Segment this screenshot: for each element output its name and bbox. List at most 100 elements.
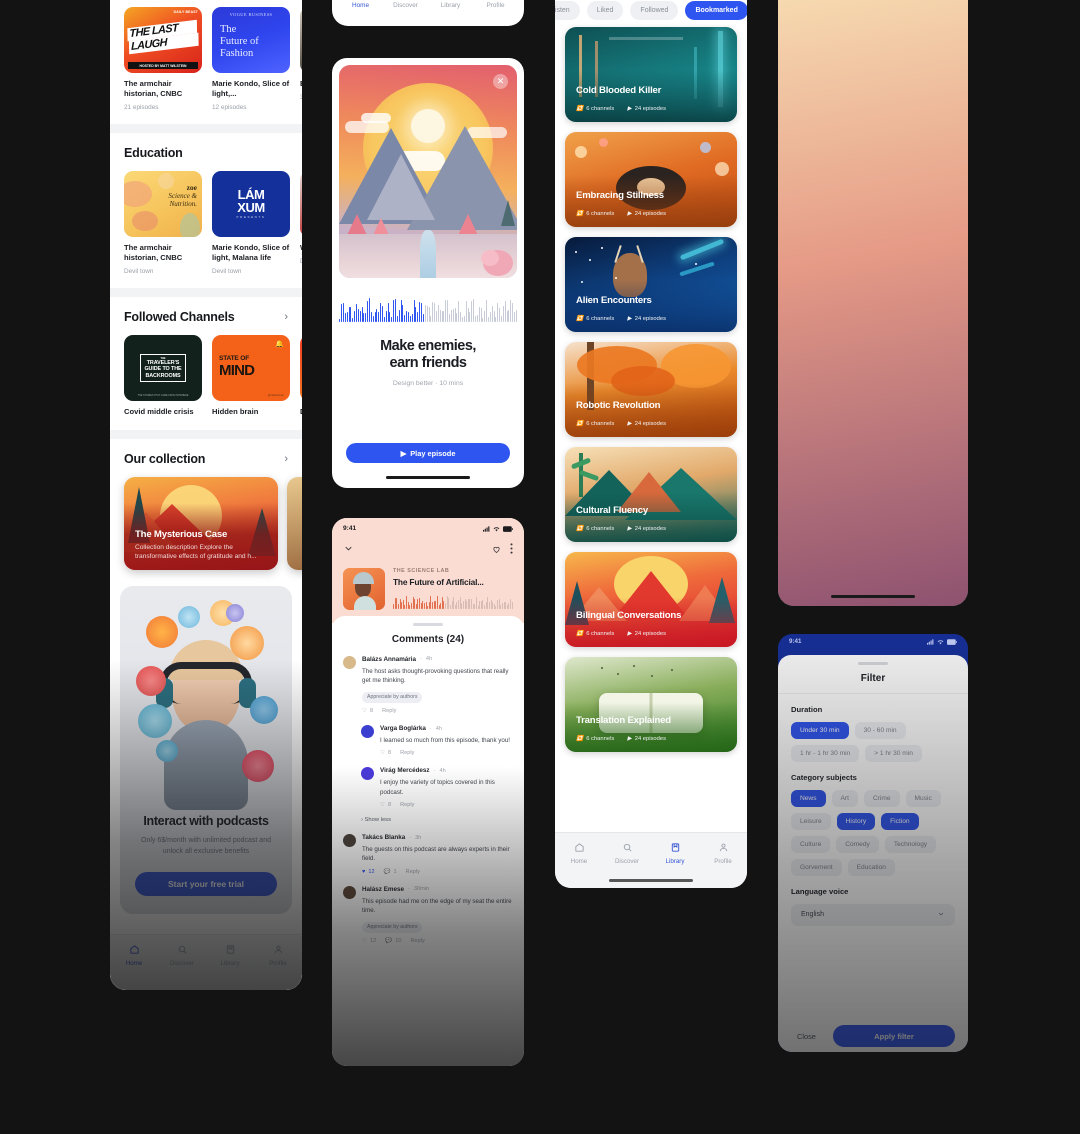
home-scroll-body[interactable]: Today channels DAILY BEAST THE LASTLAUGH… <box>110 0 302 990</box>
promo-card[interactable]: Interact with podcasts Only 6$/month wit… <box>120 586 292 914</box>
channel-card[interactable]: THE TRAVELER'S GUIDE TO THE BACKROOMS TH… <box>124 335 202 417</box>
category-chip-leisure[interactable]: Leisure <box>791 813 831 830</box>
play-episode-button[interactable]: ▶ Play episode <box>346 443 510 463</box>
comment-actions[interactable]: ♥ 12 💬 1 Reply <box>362 869 513 875</box>
nav-fragment-tabs[interactable]: Home Discover Library Profile <box>332 0 524 18</box>
section-header-followed[interactable]: Followed Channels › <box>110 310 302 324</box>
reply-button[interactable]: Reply <box>400 802 414 808</box>
library-card-list[interactable]: Cold Blooded Killer 🔁 6 channels ▶ 24 epis… <box>555 27 747 752</box>
nav-tab-library[interactable]: Library <box>428 2 473 9</box>
collection-card[interactable]: The Mysterious Case Collection descripti… <box>124 477 278 570</box>
channel-row-education[interactable]: zoe Science & Nutrition. The armchair hi… <box>110 171 302 275</box>
category-chip-art[interactable]: Art <box>832 790 858 807</box>
comment-actions[interactable]: ♡ 8 Reply <box>380 750 513 756</box>
nav-item-library[interactable]: Library <box>651 842 699 865</box>
channel-row-followed[interactable]: THE TRAVELER'S GUIDE TO THE BACKROOMS TH… <box>110 335 302 417</box>
like-icon[interactable]: ♡ <box>362 708 367 714</box>
channel-row-today[interactable]: DAILY BEAST THE LAST LAUGH HOSTED BY MATT… <box>110 7 302 111</box>
chevron-right-icon[interactable]: › <box>284 311 288 323</box>
chevron-right-icon[interactable]: › <box>284 453 288 465</box>
apply-filter-button[interactable]: Apply filter <box>833 1025 955 1047</box>
episode-list[interactable]: The return and new games Unlock fm • 1 h… <box>778 205 968 557</box>
language-select[interactable]: English <box>791 904 955 926</box>
library-filter-tabs[interactable]: Listen Liked Followed Bookmarked <box>555 0 747 27</box>
category-chip-music[interactable]: Music <box>906 790 941 807</box>
channel-card[interactable]: VOGUE BUSINESS The Future of Fashion Marie… <box>212 7 290 111</box>
filter-footer[interactable]: Close Apply filter <box>791 1025 955 1047</box>
category-chip-crime[interactable]: Crime <box>864 790 900 807</box>
nav-item-discover[interactable]: Discover <box>158 944 206 967</box>
channel-card[interactable]: DAILY BEAST THE LAST LAUGH HOSTED BY MATT… <box>124 7 202 111</box>
section-header-collection[interactable]: Our collection › <box>110 452 302 466</box>
category-chip-technology[interactable]: Technology <box>885 836 936 853</box>
category-chip-group[interactable]: News Art Crime Music Leisure History Fic… <box>791 790 955 876</box>
library-card[interactable]: Bilingual Conversations 🔁 6 channels ▶ 24 … <box>565 552 737 647</box>
close-button[interactable]: Close <box>791 1032 822 1041</box>
nav-tab-discover[interactable]: Discover <box>383 2 428 9</box>
waveform[interactable] <box>339 294 517 322</box>
chevron-down-icon[interactable] <box>343 541 354 559</box>
category-chip-news[interactable]: News <box>791 790 826 807</box>
show-less-button[interactable]: › Show less <box>361 817 513 823</box>
drag-handle[interactable] <box>413 623 443 626</box>
kebab-menu-icon[interactable] <box>510 541 513 559</box>
tab-bookmarked[interactable]: Bookmarked <box>685 1 747 20</box>
category-chip-education[interactable]: Education <box>848 859 895 876</box>
nav-item-home[interactable]: Home <box>555 842 603 865</box>
now-playing-episode[interactable]: THE SCIENCE LAB The Future of Artificial… <box>343 568 513 610</box>
start-free-trial-button[interactable]: Start your free trial <box>135 872 277 896</box>
like-icon-filled[interactable]: ♥ <box>362 869 365 875</box>
library-card[interactable]: Cold Blooded Killer 🔁 6 channels ▶ 24 epis… <box>565 27 737 122</box>
library-card[interactable]: Cultural Fluency 🔁 6 channels ▶ 24 episode… <box>565 447 737 542</box>
tab-liked[interactable]: Liked <box>587 1 624 20</box>
category-chip-history[interactable]: History <box>837 813 876 830</box>
episode-row[interactable]: The return and new games 5 May • 1 hr 30… <box>778 513 968 557</box>
nav-item-library[interactable]: Library <box>206 944 254 967</box>
like-icon[interactable]: ♡ <box>380 750 385 756</box>
channel-card[interactable]: zoe Science & Nutrition. The armchair hi… <box>124 171 202 275</box>
close-icon[interactable]: ✕ <box>493 74 508 89</box>
duration-chip-30-60[interactable]: 30 - 60 min <box>855 722 906 739</box>
hero-actions[interactable] <box>343 541 513 559</box>
comment-item[interactable]: Balázs Annamária · 4h The host asks thou… <box>343 656 513 715</box>
comment-item[interactable]: Takács Blanka · 3h The guests on this po… <box>343 834 513 875</box>
nav-item-discover[interactable]: Discover <box>603 842 651 865</box>
duration-chip-under-30[interactable]: Under 30 min <box>791 722 849 739</box>
like-icon[interactable]: ♡ <box>380 802 385 808</box>
channel-card[interactable]: LÁM XUM PRESENTS Marie Kondo, Slice of l… <box>212 171 290 275</box>
tab-followed[interactable]: Followed <box>630 1 678 20</box>
collection-card[interactable] <box>287 477 302 570</box>
like-icon[interactable]: ♡ <box>362 938 367 944</box>
duration-chip-over-1hr30[interactable]: > 1 hr 30 min <box>865 745 922 762</box>
collection-row[interactable]: The Mysterious Case Collection descripti… <box>110 477 302 570</box>
library-card[interactable]: Translation Explained 🔁 6 channels ▶ 24 ep… <box>565 657 737 752</box>
category-chip-fiction[interactable]: Fiction <box>881 813 918 830</box>
category-chip-gorvement[interactable]: Gorvement <box>791 859 842 876</box>
nav-item-home[interactable]: Home <box>110 944 158 967</box>
drag-handle[interactable] <box>858 662 888 665</box>
channel-card[interactable]: DEV Bezier, Invisio 32 episodes <box>300 7 302 111</box>
nav-tab-profile[interactable]: Profile <box>473 2 518 9</box>
comment-actions[interactable]: ♡ 8 Reply <box>362 708 513 714</box>
library-card[interactable]: Robotic Revolution 🔁 6 channels ▶ 24 episo… <box>565 342 737 437</box>
category-chip-culture[interactable]: Culture <box>791 836 830 853</box>
chevron-down-icon[interactable] <box>937 910 945 920</box>
heart-icon[interactable] <box>492 541 501 559</box>
channel-card[interactable]: What D Smell L Devil tow <box>300 171 302 275</box>
library-card[interactable]: Embracing Stillness 🔁 6 channels ▶ 24 epis… <box>565 132 737 227</box>
reply-button[interactable]: Reply <box>400 750 414 756</box>
comment-item[interactable]: Virág Mercédesz · 4h I enjoy the variety… <box>361 767 513 808</box>
reply-button[interactable]: Reply <box>406 869 420 875</box>
nav-item-profile[interactable]: Profile <box>699 842 747 865</box>
comment-actions[interactable]: ♡ 12 💬 10 Reply <box>362 938 513 944</box>
reply-button[interactable]: Reply <box>382 708 396 714</box>
tab-listen[interactable]: Listen <box>555 1 580 20</box>
bottom-nav[interactable]: Home Discover Library Profile <box>110 934 302 990</box>
category-chip-comedy[interactable]: Comedy <box>836 836 879 853</box>
channel-card[interactable]: LA NBC NEWS Dateli <box>300 335 302 417</box>
duration-chip-group[interactable]: Under 30 min 30 - 60 min 1 hr - 1 hr 30 … <box>791 722 955 762</box>
comment-actions[interactable]: ♡ 8 Reply <box>380 802 513 808</box>
library-card[interactable]: Alien Encounters 🔁 6 channels ▶ 24 episode… <box>565 237 737 332</box>
episode-waveform[interactable] <box>393 592 513 609</box>
duration-chip-1hr-1hr30[interactable]: 1 hr - 1 hr 30 min <box>791 745 859 762</box>
